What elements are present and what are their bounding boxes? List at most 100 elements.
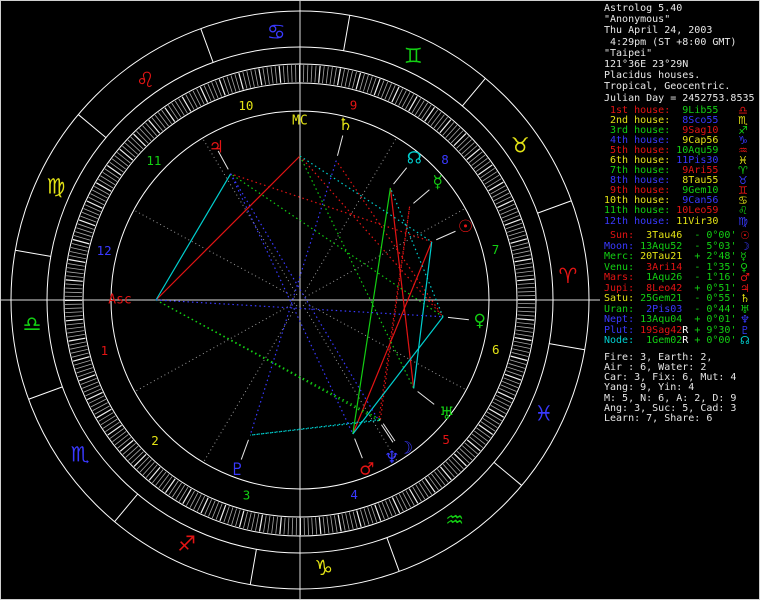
aspect-sun-jupiter [230, 173, 432, 243]
planet-label: Plut: [604, 324, 635, 336]
house-number-2: 2 [151, 433, 159, 448]
planet-sun-icon: ☉ [458, 217, 473, 237]
aspect-venus-mars [352, 316, 444, 435]
sign-cancer-icon: ♋ [267, 20, 286, 44]
aspect-node-mars [352, 187, 391, 435]
text-line: Thu April 24, 2003 [604, 25, 713, 37]
crosshair-axes [0, 0, 600, 600]
planet-label: Node: [604, 335, 635, 347]
sign-capricorn-icon: ♑ [314, 556, 333, 580]
text-line: Learn: 7, Share: 6 [604, 412, 713, 424]
planet-position-value: 1Gem02 [634, 335, 683, 347]
planet-label: Venu: [604, 261, 635, 273]
planet-mars-icon: ♂ [359, 459, 374, 479]
planet-position-value: 20Tau21 [634, 251, 683, 263]
aspect-mc-uranus [299, 155, 415, 389]
text-line: Tropical, Geocentric. [604, 81, 731, 93]
aspect-mc-venus [299, 155, 444, 318]
text-line: Placidus houses. [604, 70, 701, 82]
planet-moon-icon: ☽ [398, 438, 413, 458]
planet-position-value: 8Leo42 [634, 282, 683, 294]
mc-label: MC [292, 114, 308, 129]
sign-scorpio-icon: ♏ [70, 443, 89, 467]
aspect-asc-moon [155, 299, 381, 420]
planet-position-value: 2Pis03 [634, 303, 683, 315]
planet-latitude-value: + 2°48' [688, 251, 737, 263]
planet-label: Nept: [604, 314, 635, 326]
asc-label: Asc [108, 293, 131, 308]
aspect-neptune-pluto [250, 419, 379, 436]
text-line: Julian Day = 2452753.8535 [604, 92, 755, 104]
planet-pointers [217, 135, 469, 460]
house-number-8: 8 [441, 152, 449, 167]
planet-latitude-value: - 0°44' [688, 303, 737, 315]
planet-position-value: 13Aqu52 [634, 240, 683, 252]
planet-latitude-value: - 5°03' [688, 240, 737, 252]
house-number-7: 7 [492, 242, 500, 257]
text-line: Astrolog 5.40 [604, 3, 683, 14]
info-panel: Astrolog 5.40 "Anonymous" Thu April 24, 20… [602, 0, 760, 600]
planet-jupiter-icon: ♃ [209, 137, 224, 157]
planet-latitude-value: - 1°35' [688, 261, 737, 273]
planet-position-value: 19Sag42 [634, 324, 683, 336]
planet-latitude-value: - 0°00' [688, 230, 737, 241]
planet-latitude-value: - 0°55' [688, 293, 737, 305]
planet-latitude-value: + 0°01' [688, 314, 737, 326]
planet-label: Jupi: [604, 282, 635, 294]
house-number-5: 5 [442, 432, 450, 447]
text-line: 121°36E 23°29N [604, 59, 689, 71]
planet-label: Uran: [604, 303, 635, 315]
zodiac-sign-icon-12: ♍ [738, 214, 748, 228]
planet-mercury-icon: ☿ [433, 173, 443, 193]
planet-label: Satu: [604, 293, 635, 305]
planet-glyphs: ☉ ☽ ☿ ♀ ♂ ♃ ♄ ♅ ♆ ♇ ☊ [209, 115, 486, 480]
planet-position-value: 3Ari14 [634, 261, 683, 273]
planet-label: Mars: [604, 272, 635, 284]
planet-venus-icon: ♀ [474, 311, 486, 331]
planet-uranus-icon: ♅ [439, 404, 454, 424]
astrolog-window: ♈ ♉ ♊ ♋ ♌ ♍ ♎ ♏ ♐ ♑ ♒ ♓ 1 2 3 4 5 6 7 8 9 10 11 12 ☉ ☽ ☿ ♀ ♂ ♃ ♄ ♅ ♆ ♇ ☊ As… [0, 0, 760, 600]
planet-neptune-icon: ♆ [384, 448, 399, 468]
house-number-12: 12 [97, 243, 112, 258]
house-number-11: 11 [146, 153, 161, 168]
aspect-jupiter-neptune [230, 173, 380, 421]
text-line: "Anonymous" [604, 14, 671, 26]
aspect-uranus-node [389, 187, 415, 389]
planet-label: Sun: [604, 230, 635, 241]
sign-libra-icon: ♎ [23, 312, 42, 336]
aspect-mc-sun [299, 155, 433, 243]
planet-pluto-icon: ♇ [230, 460, 245, 480]
text-line: 4:29pm (ST +8:00 GMT) [604, 36, 737, 48]
house-number-10: 10 [238, 98, 253, 113]
chart-info-header: Astrolog 5.40 "Anonymous" Thu April 24, 20… [604, 3, 755, 104]
sign-aquarius-icon: ♒ [445, 508, 464, 532]
planet-position-value: 13Aqu04 [634, 314, 683, 326]
planet-node-icon: ☊ [407, 148, 422, 168]
planet-latitude-value: + 0°00' [688, 335, 737, 347]
aspect-venus-saturn [335, 160, 444, 318]
planet-label: Moon: [604, 240, 635, 252]
aspect-asc-neptune [155, 299, 380, 422]
planet-position-value: 1Aqu26 [634, 272, 683, 284]
sign-taurus-icon: ♉ [511, 133, 530, 157]
planet-label: Merc: [604, 251, 635, 263]
sign-aries-icon: ♈ [559, 264, 578, 288]
planet-position-value: 25Gem21 [634, 293, 683, 305]
house-row: 12th house: 11Vir30 ♍ [604, 215, 748, 227]
planet-latitude-value: + 0°51' [688, 282, 737, 294]
sign-virgo-icon: ♍ [47, 175, 66, 199]
natal-chart-wheel: ♈♉♊♋♌♍♎♏♐♑♒♓123 456789101112☉☽☿♀♂♃♄♅♆♇☊As… [0, 0, 600, 600]
house-number-4: 4 [350, 487, 358, 502]
aspect-venus-jupiter [230, 173, 444, 318]
house-label: 12th house: [604, 215, 671, 227]
sign-sagittarius-icon: ♐ [177, 532, 196, 556]
sign-pisces-icon: ♓ [535, 401, 554, 425]
house-number-9: 9 [350, 98, 358, 113]
house-number-1: 1 [101, 343, 109, 358]
planet-latitude-value: + 9°30' [688, 324, 737, 336]
aspect-saturn-pluto [249, 160, 337, 436]
sign-gemini-icon: ♊ [404, 44, 423, 68]
house-number-6: 6 [492, 342, 500, 357]
house-cusp-value: 11Vir30 [670, 215, 719, 227]
chart-summary: Fire: 3, Earth: 2, Air : 6, Water: 2 Car: … [604, 352, 736, 424]
